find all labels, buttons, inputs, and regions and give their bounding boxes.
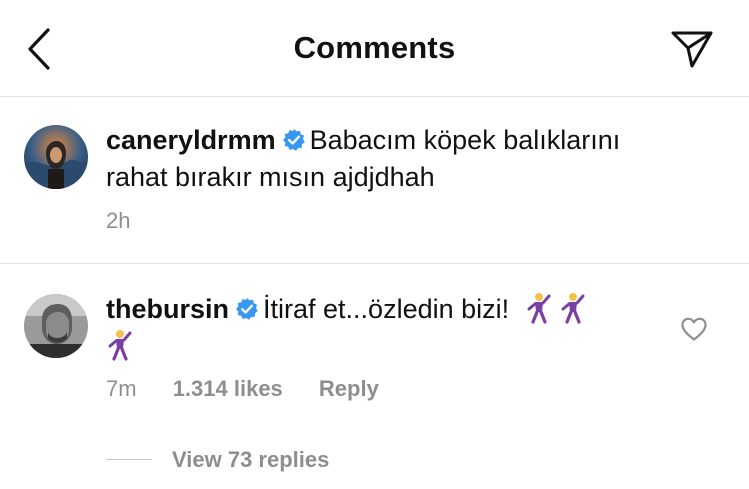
comment-meta: 7m 1.314 likes Reply	[106, 376, 409, 402]
verified-badge-icon	[282, 129, 305, 151]
timestamp: 7m	[106, 376, 137, 401]
avatar-image	[24, 125, 88, 189]
avatar-image	[24, 294, 88, 358]
username-link[interactable]: thebursin	[106, 294, 229, 324]
likes-count-link[interactable]: 1.314 likes	[173, 376, 283, 401]
comment-text: thebursin İtiraf et...özledin bizi!	[106, 291, 666, 365]
username-link[interactable]: caneryldrmm	[106, 125, 276, 155]
view-replies-label: View 73 replies	[172, 447, 330, 472]
replies-divider-line	[106, 459, 152, 460]
comment-meta: 2h	[106, 208, 160, 234]
comment-body: İtiraf et...özledin bizi!	[263, 294, 510, 324]
send-icon[interactable]	[668, 26, 716, 72]
comment-text: caneryldrmm Babacım köpek balıklarını ra…	[106, 122, 666, 196]
view-replies-button[interactable]: View 73 replies	[106, 447, 329, 473]
header-bar: Comments	[0, 0, 749, 97]
timestamp: 2h	[106, 208, 131, 233]
avatar[interactable]	[24, 125, 88, 189]
dancing-man-emoji-icon	[561, 293, 585, 324]
reply-button[interactable]: Reply	[319, 376, 379, 401]
dancing-man-emoji-icon	[108, 330, 132, 361]
avatar[interactable]	[24, 294, 88, 358]
comment-item: thebursin İtiraf et...özledin bizi! 7m 1…	[0, 264, 749, 489]
heart-outline-icon[interactable]	[680, 316, 708, 342]
verified-badge-icon	[236, 298, 258, 320]
page-title: Comments	[293, 30, 456, 65]
comment-item: caneryldrmm Babacım köpek balıklarını ra…	[0, 97, 749, 264]
dancing-man-emoji-icon	[527, 293, 551, 324]
